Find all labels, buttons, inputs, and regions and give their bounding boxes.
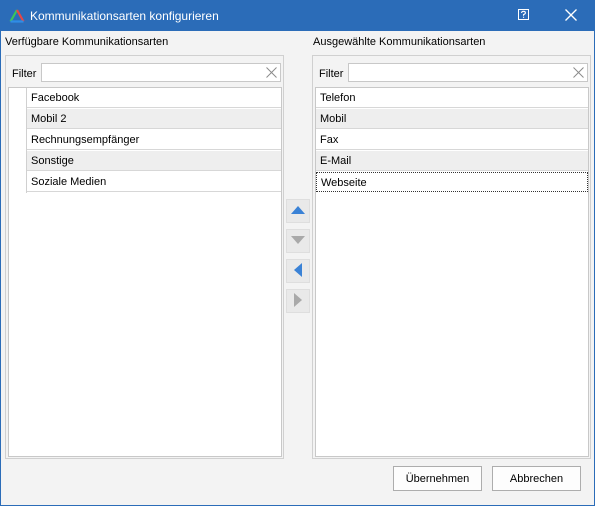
list-item[interactable]: E-Mail [316, 151, 588, 171]
clear-filter-icon[interactable] [570, 65, 586, 80]
selected-header: Ausgewählte Kommunikationsarten [313, 36, 486, 48]
help-icon [517, 9, 529, 23]
list-item[interactable]: Mobil [316, 109, 588, 129]
arrow-left-icon [294, 262, 302, 280]
available-header: Verfügbare Kommunikationsarten [5, 36, 169, 48]
close-button[interactable] [548, 1, 594, 31]
list-item[interactable]: Telefon [316, 88, 588, 108]
app-logo-icon [9, 9, 25, 23]
list-item[interactable]: Mobil 2 [27, 109, 281, 129]
title-bar[interactable]: Kommunikationsarten konfigurieren [1, 1, 594, 31]
window-title: Kommunikationsarten konfigurieren [30, 9, 219, 23]
filter-label: Filter [319, 68, 344, 80]
selected-panel: Filter Telefon Mobil Fax E-Mail Webseite [312, 55, 591, 459]
arrow-down-icon [291, 235, 305, 247]
move-left-button[interactable] [286, 259, 310, 283]
available-filter-input[interactable] [44, 65, 254, 79]
available-list[interactable]: Facebook Mobil 2 Rechnungsempfänger Sons… [8, 87, 282, 457]
close-icon [565, 8, 577, 24]
row-indicator-column [9, 88, 27, 193]
list-item[interactable]: Fax [316, 130, 588, 150]
move-up-button[interactable] [286, 199, 310, 223]
arrow-up-icon [291, 205, 305, 217]
list-item[interactable]: Sonstige [27, 151, 281, 171]
selected-list[interactable]: Telefon Mobil Fax E-Mail Webseite [315, 87, 589, 457]
available-panel: Filter Facebook Mobil 2 Rechnungsempfäng… [5, 55, 284, 459]
selected-filter-input[interactable] [351, 65, 561, 79]
arrow-right-icon [294, 292, 302, 310]
help-button[interactable] [500, 1, 546, 31]
list-item[interactable]: Rechnungsempfänger [27, 130, 281, 150]
apply-button[interactable]: Übernehmen [393, 466, 482, 491]
cancel-button[interactable]: Abbrechen [492, 466, 581, 491]
list-item[interactable]: Soziale Medien [27, 172, 281, 192]
clear-filter-icon[interactable] [263, 65, 279, 80]
dialog-window: Kommunikationsarten konfigurieren Verfüg… [0, 0, 595, 506]
list-item[interactable]: Facebook [27, 88, 281, 108]
move-right-button[interactable] [286, 289, 310, 313]
move-down-button[interactable] [286, 229, 310, 253]
available-filter-box [41, 63, 281, 82]
selected-list-item[interactable]: Webseite [316, 172, 588, 192]
filter-label: Filter [12, 68, 37, 80]
selected-filter-box [348, 63, 588, 82]
